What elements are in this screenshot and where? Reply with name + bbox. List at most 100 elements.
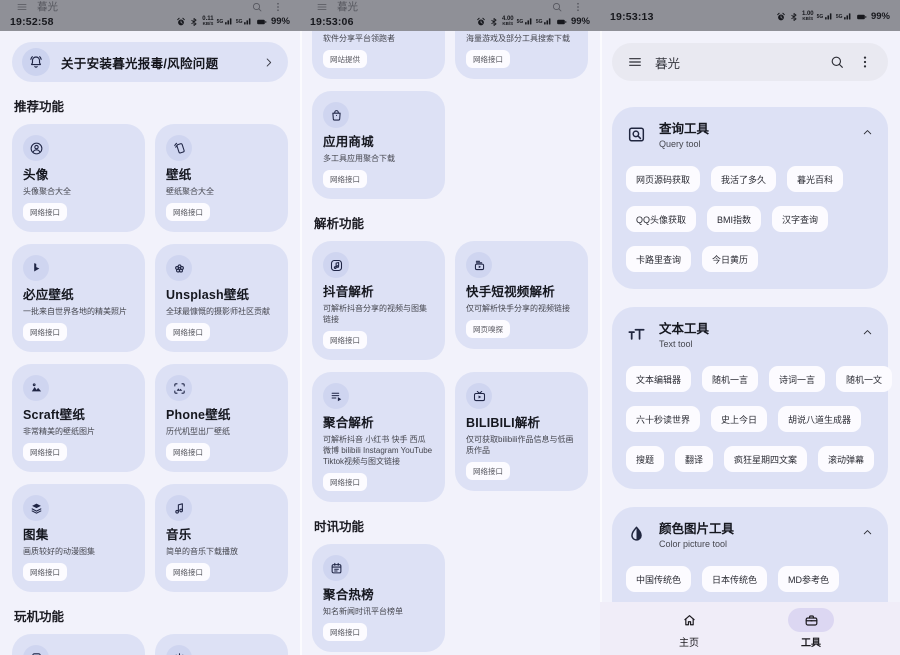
feature-card[interactable]: 图集画质较好的动漫图集网络接口 bbox=[12, 484, 145, 592]
menu-icon[interactable] bbox=[316, 1, 328, 13]
feature-card[interactable]: 聚合解析可解析抖音 小红书 快手 西瓜 微博 bilibili Instagra… bbox=[312, 372, 445, 502]
tool-chip[interactable]: 随机一言 bbox=[702, 366, 758, 392]
feature-card[interactable]: 音乐简单的音乐下载播放网络接口 bbox=[155, 484, 288, 592]
tool-chip[interactable]: MD参考色 bbox=[778, 566, 839, 592]
card-title: Phone壁纸 bbox=[166, 408, 277, 423]
collapse-button[interactable] bbox=[861, 126, 874, 139]
card-badge: 网络接口 bbox=[466, 462, 510, 480]
card-title: Scraft壁纸 bbox=[23, 408, 134, 423]
signal-sim2: 5G bbox=[536, 17, 552, 26]
signal-icon bbox=[224, 17, 233, 26]
bluetooth-icon bbox=[789, 12, 799, 22]
bell-icon bbox=[22, 48, 50, 76]
collapse-button[interactable] bbox=[861, 326, 874, 339]
contrast-drop-icon bbox=[626, 524, 647, 545]
nav-item-home[interactable]: 主页 bbox=[628, 602, 750, 655]
card-grid: 聚合热榜知名新闻时讯平台榜单网络接口 bbox=[312, 544, 588, 652]
feature-card[interactable]: 聚合热榜知名新闻时讯平台榜单网络接口 bbox=[312, 544, 445, 652]
person-circle-icon bbox=[29, 141, 44, 156]
tool-chip[interactable]: 六十秒读世界 bbox=[626, 406, 700, 432]
card-badge: 网络接口 bbox=[23, 203, 67, 221]
tool-chip[interactable]: 汉字查询 bbox=[772, 206, 828, 232]
feature-card[interactable]: Unsplash壁纸全球最慷慨的摄影师社区贡献网络接口 bbox=[155, 244, 288, 352]
feature-card[interactable] bbox=[12, 634, 145, 655]
device-icon bbox=[29, 651, 44, 655]
card-subtitle: 可解析抖音分享的视频与图集链接 bbox=[323, 303, 434, 325]
feature-card[interactable]: 应用商城多工具应用聚合下载网络接口 bbox=[312, 91, 445, 199]
section-header: 解析功能 bbox=[314, 213, 586, 232]
tool-chip[interactable]: 诗词一言 bbox=[769, 366, 825, 392]
chevron-up-icon bbox=[861, 526, 874, 539]
nav-item-tools[interactable]: 工具 bbox=[750, 602, 872, 655]
tool-chip[interactable]: 日本传统色 bbox=[702, 566, 767, 592]
search-icon[interactable] bbox=[551, 1, 563, 13]
menu-icon[interactable] bbox=[16, 1, 28, 13]
feature-card[interactable]: Phone壁纸历代机型出厂壁纸网络接口 bbox=[155, 364, 288, 472]
tool-chip[interactable]: 暮光百科 bbox=[787, 166, 843, 192]
tool-chip[interactable]: 网页源码获取 bbox=[626, 166, 700, 192]
feature-card[interactable]: Scraft壁纸非常精美的壁纸图片网络接口 bbox=[12, 364, 145, 472]
notice-banner[interactable]: 关于安装暮光报毒/风险问题 bbox=[12, 42, 288, 82]
overflow-menu-icon[interactable] bbox=[272, 1, 284, 13]
overflow-menu-icon[interactable] bbox=[572, 1, 584, 13]
nav-active-pill bbox=[788, 608, 834, 632]
chevron-right-icon bbox=[262, 56, 275, 69]
card-badge: 网络接口 bbox=[23, 323, 67, 341]
feature-card[interactable] bbox=[155, 634, 288, 655]
card-subtitle: 一批来自世界各地的精美照片 bbox=[23, 306, 134, 317]
tool-chip[interactable]: 滚动弹幕 bbox=[818, 446, 874, 472]
tool-chip[interactable]: 文本编辑器 bbox=[626, 366, 691, 392]
tool-chip[interactable]: 中国传统色 bbox=[626, 566, 691, 592]
feature-card[interactable]: BILIBILI解析仅可获取bilibili作品信息与低画质作品网络接口 bbox=[455, 372, 588, 491]
search-icon[interactable] bbox=[829, 54, 845, 70]
status-bar: 暮光19:52:580.11KB/S5G5G99% bbox=[0, 0, 300, 31]
home-icon bbox=[681, 612, 698, 629]
overflow-menu-icon[interactable] bbox=[857, 54, 873, 70]
feature-card[interactable]: 必应壁纸一批来自世界各地的精美照片网络接口 bbox=[12, 244, 145, 352]
tool-chip[interactable]: 翻译 bbox=[675, 446, 713, 472]
tool-chip[interactable]: QQ头像获取 bbox=[626, 206, 696, 232]
card-badge: 网络接口 bbox=[323, 331, 367, 349]
menu-icon[interactable] bbox=[627, 54, 643, 70]
card-title: Unsplash壁纸 bbox=[166, 288, 277, 303]
card-title: 应用商城 bbox=[323, 135, 434, 150]
tool-chip[interactable]: 搜题 bbox=[626, 446, 664, 472]
collapse-button[interactable] bbox=[861, 526, 874, 539]
card-badge: 网络接口 bbox=[23, 563, 67, 581]
feature-card[interactable]: 头像头像聚合大全网络接口 bbox=[12, 124, 145, 232]
card-badge: 网站提供 bbox=[323, 50, 367, 68]
tool-chip[interactable]: BMI指数 bbox=[707, 206, 761, 232]
kuaishou-icon bbox=[472, 258, 487, 273]
screen-tools: 19:53:131.00KB/S5G5G99% 暮光 查询工具Query too… bbox=[600, 0, 900, 655]
signal-icon bbox=[243, 17, 252, 26]
card-subtitle: 全球最慷慨的摄影师社区贡献 bbox=[166, 306, 277, 317]
tool-chip[interactable]: 史上今日 bbox=[711, 406, 767, 432]
search-icon[interactable] bbox=[251, 1, 263, 13]
tool-chip[interactable]: 胡说八道生成器 bbox=[778, 406, 861, 432]
card-subtitle: 仅可获取bilibili作品信息与低画质作品 bbox=[466, 434, 577, 456]
tool-chip[interactable]: 我活了多久 bbox=[711, 166, 776, 192]
text-format-icon bbox=[626, 324, 647, 345]
app-title: 暮光 bbox=[655, 53, 817, 72]
bottom-nav: 主页 工具 bbox=[600, 602, 900, 655]
tool-chip[interactable]: 疯狂星期四文案 bbox=[724, 446, 807, 472]
feature-card[interactable]: 壁纸壁纸聚合大全网络接口 bbox=[155, 124, 288, 232]
net-speed: 1.00KB/S bbox=[802, 11, 814, 22]
card-subtitle: 仅可解析快手分享的视频链接 bbox=[466, 303, 577, 314]
menu-icon bbox=[627, 54, 643, 70]
tool-chip[interactable]: 今日黄历 bbox=[702, 246, 758, 272]
toolbox-icon bbox=[803, 612, 820, 629]
clock: 19:53:13 bbox=[610, 11, 654, 23]
feature-card[interactable]: 抖音解析可解析抖音分享的视频与图集链接网络接口 bbox=[312, 241, 445, 360]
tool-chip[interactable]: 随机一文 bbox=[836, 366, 892, 392]
alarm-icon bbox=[176, 17, 186, 27]
dots-icon bbox=[857, 54, 873, 70]
feature-card[interactable]: 快手短视频解析仅可解析快手分享的视频链接网页嗅探 bbox=[455, 241, 588, 349]
card-badge: 网络接口 bbox=[166, 323, 210, 341]
tool-chip[interactable]: 卡路里查询 bbox=[626, 246, 691, 272]
menu-icon bbox=[316, 1, 328, 13]
signal-sim2: 5G bbox=[836, 12, 852, 21]
card-subtitle: 头像聚合大全 bbox=[23, 186, 134, 197]
tool-card: 查询工具Query tool网页源码获取我活了多久暮光百科QQ头像获取BMI指数… bbox=[612, 107, 888, 289]
status-bar: 19:53:131.00KB/S5G5G99% bbox=[600, 0, 900, 31]
